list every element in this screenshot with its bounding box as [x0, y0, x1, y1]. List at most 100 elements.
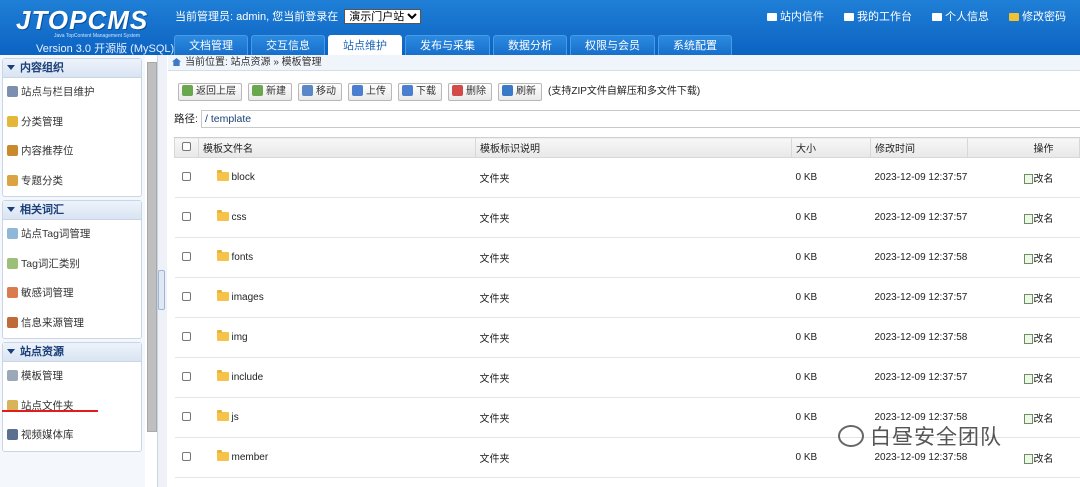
- folder-icon: [216, 450, 229, 461]
- row-select-cell: [174, 317, 199, 358]
- header-link-0[interactable]: 站内信件: [767, 11, 824, 23]
- admin-name: admin,: [236, 11, 270, 23]
- collapse-triangle-icon: [7, 207, 15, 212]
- sidebar-section: 内容组织 站点与栏目维护 分类管理 内容推荐位 专题分类: [2, 58, 142, 197]
- sidebar-scrollbar[interactable]: [147, 62, 157, 432]
- sidebar-item[interactable]: 专题分类: [3, 167, 141, 197]
- download-icon: [402, 85, 413, 96]
- tab-5[interactable]: 权限与会员: [570, 35, 655, 55]
- modified-cell: 2023-12-09 12:37:57: [870, 277, 968, 318]
- sidebar-section-header[interactable]: 相关词汇: [3, 201, 141, 220]
- sidebar-section-title: 站点资源: [20, 346, 64, 358]
- sidebar-item[interactable]: 站点文件夹: [3, 392, 141, 422]
- sidebar-section-header[interactable]: 站点资源: [3, 343, 141, 362]
- watermark-text: 白昼安全团队: [870, 426, 1002, 449]
- col-filename[interactable]: 模板文件名: [198, 137, 476, 158]
- folder-link[interactable]: img: [232, 332, 248, 343]
- header-link-3[interactable]: 修改密码: [1009, 11, 1066, 23]
- action-cell: 改名: [967, 277, 1080, 318]
- row-checkbox[interactable]: [182, 411, 191, 421]
- main-nav: 文档管理 交互信息 站点维护 发布与采集 数据分析 权限与会员 系统配置: [174, 35, 735, 55]
- row-checkbox[interactable]: [182, 291, 191, 301]
- tab-6[interactable]: 系统配置: [658, 35, 732, 55]
- folder-link[interactable]: js: [232, 412, 239, 423]
- toolbar-button-label: 刷新: [516, 86, 536, 97]
- folder-link[interactable]: block: [232, 172, 255, 183]
- row-checkbox[interactable]: [182, 331, 191, 341]
- action-cell: 改名: [967, 197, 1080, 238]
- refresh-icon: [502, 85, 513, 96]
- site-select[interactable]: 演示门户站: [344, 9, 422, 24]
- folder-link[interactable]: fonts: [232, 252, 254, 263]
- tab-1[interactable]: 交互信息: [251, 35, 325, 55]
- folder-link[interactable]: css: [232, 212, 247, 223]
- toolbar-button-6[interactable]: 刷新: [498, 83, 542, 101]
- rename-link[interactable]: 改名: [1023, 334, 1054, 345]
- toolbar-button-3[interactable]: 上传: [348, 83, 392, 101]
- rename-link[interactable]: 改名: [1023, 294, 1054, 305]
- row-select-cell: [174, 397, 199, 438]
- sidebar-item[interactable]: 敏感词管理: [3, 279, 141, 309]
- rename-link[interactable]: 改名: [1023, 214, 1054, 225]
- size-cell: 0 KB: [791, 237, 871, 278]
- sidebar-item[interactable]: Tag词汇类别: [3, 250, 141, 280]
- modified-cell: 2023-12-09 12:37:57: [870, 357, 968, 398]
- topic-icon: [7, 174, 18, 186]
- folder-link[interactable]: include: [232, 372, 264, 383]
- user-links: 站内信件 我的工作台 个人信息 修改密码: [747, 8, 1066, 24]
- rename-link[interactable]: 改名: [1023, 254, 1054, 265]
- modified-cell: 2023-12-09 12:37:58: [870, 317, 968, 358]
- row-checkbox[interactable]: [182, 371, 191, 381]
- tab-4[interactable]: 数据分析: [493, 35, 567, 55]
- col-size[interactable]: 大小: [791, 137, 871, 158]
- tag-category-icon: [7, 257, 18, 269]
- filename-cell: block: [198, 157, 476, 198]
- toolbar-button-4[interactable]: 下载: [398, 83, 442, 101]
- path-input[interactable]: [201, 110, 1080, 128]
- sidebar-item[interactable]: 站点与栏目维护: [3, 78, 141, 108]
- select-all-checkbox[interactable]: [182, 141, 191, 151]
- toolbar-button-0[interactable]: 返回上层: [178, 83, 242, 101]
- action-cell: 改名: [967, 357, 1080, 398]
- toolbar-button-1[interactable]: 新建: [248, 83, 292, 101]
- rename-link[interactable]: 改名: [1023, 174, 1054, 185]
- login-bar: 当前管理员: admin, 您当前登录在 演示门户站: [175, 8, 422, 24]
- rename-link[interactable]: 改名: [1023, 374, 1054, 385]
- row-checkbox[interactable]: [182, 451, 191, 461]
- logo-subtitle: Java TopContent Management System: [54, 33, 141, 39]
- rename-link[interactable]: 改名: [1023, 414, 1054, 425]
- rename-link[interactable]: 改名: [1023, 454, 1054, 465]
- toolbar-button-2[interactable]: 移动: [298, 83, 342, 101]
- sidebar-item[interactable]: 模板管理: [3, 362, 141, 392]
- sidebar-item[interactable]: 视频媒体库: [3, 421, 141, 451]
- sidebar-item[interactable]: 内容推荐位: [3, 137, 141, 167]
- admin-prefix: 当前管理员:: [175, 11, 234, 23]
- table-row: include 文件夹 0 KB 2023-12-09 12:37:57 改名: [174, 357, 1080, 398]
- tab-0[interactable]: 文档管理: [174, 35, 248, 55]
- tab-3[interactable]: 发布与采集: [405, 35, 490, 55]
- col-description[interactable]: 模板标识说明: [475, 137, 792, 158]
- row-checkbox[interactable]: [182, 251, 191, 261]
- rename-label: 改名: [1033, 374, 1054, 385]
- row-checkbox[interactable]: [182, 211, 191, 221]
- row-select-cell: [174, 437, 199, 478]
- folder-link[interactable]: member: [232, 452, 269, 463]
- delete-icon: [452, 85, 463, 96]
- tab-2[interactable]: 站点维护: [328, 35, 402, 55]
- table-row: images 文件夹 0 KB 2023-12-09 12:37:57 改名: [174, 277, 1080, 318]
- folder-link[interactable]: images: [232, 292, 264, 303]
- row-checkbox[interactable]: [182, 171, 191, 181]
- sidebar-item-label: 站点Tag词管理: [21, 228, 91, 240]
- sidebar-section-header[interactable]: 内容组织: [3, 59, 141, 78]
- sidebar-item[interactable]: 站点Tag词管理: [3, 220, 141, 250]
- logo-name: JTOPCMS: [16, 5, 149, 35]
- sidebar-highlight-underline: [2, 410, 98, 412]
- header-link-1[interactable]: 我的工作台: [844, 11, 912, 23]
- header-link-2[interactable]: 个人信息: [932, 11, 989, 23]
- sidebar-item[interactable]: 分类管理: [3, 108, 141, 138]
- top-header: JTOPCMS Java TopContent Management Syste…: [0, 0, 1080, 55]
- collapse-handle[interactable]: [158, 270, 165, 310]
- col-modified[interactable]: 修改时间: [870, 137, 968, 158]
- toolbar-button-5[interactable]: 删除: [448, 83, 492, 101]
- sidebar-item[interactable]: 信息来源管理: [3, 309, 141, 339]
